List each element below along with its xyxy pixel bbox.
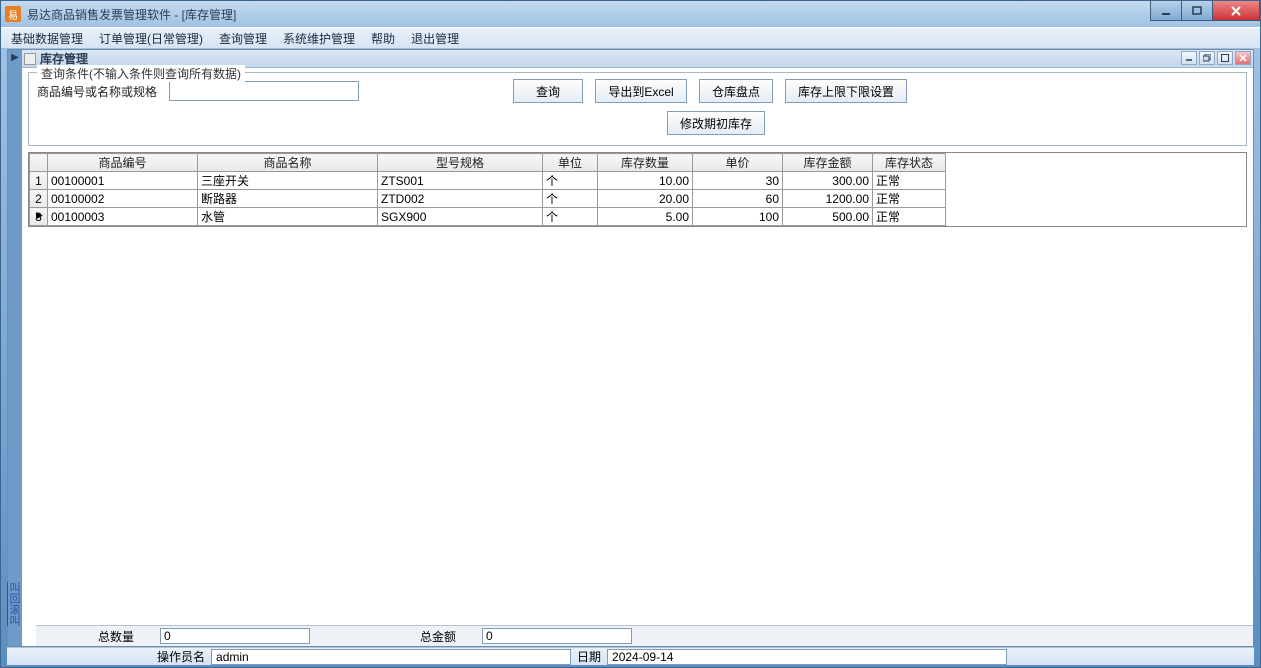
inventory-grid[interactable]: 商品编号商品名称型号规格单位库存数量单价库存金额库存状态 100100001三座… <box>28 152 1247 227</box>
row-number-cell[interactable]: 2 <box>30 190 48 208</box>
grid-cell[interactable]: 30 <box>693 172 783 190</box>
grid-cell[interactable]: 5.00 <box>598 208 693 226</box>
window-maximize-button[interactable] <box>1181 1 1213 21</box>
column-header[interactable]: 型号规格 <box>378 154 543 172</box>
menu-item-query[interactable]: 查询管理 <box>211 28 275 49</box>
menubar: 基础数据管理 订单管理(日常管理) 查询管理 系统维护管理 帮助 退出管理 <box>1 27 1260 49</box>
child-window-icon <box>24 53 36 65</box>
grid-cell[interactable]: 正常 <box>873 208 946 226</box>
grid-cell[interactable]: 正常 <box>873 190 946 208</box>
app-icon: 易 <box>5 6 21 22</box>
window-minimize-button[interactable] <box>1150 1 1182 21</box>
titlebar: 易 易达商品销售发票管理软件 - [库存管理] <box>1 1 1260 27</box>
column-header[interactable]: 库存状态 <box>873 154 946 172</box>
grid-cell[interactable]: ZTD002 <box>378 190 543 208</box>
child-close-button[interactable] <box>1235 51 1251 65</box>
grid-cell[interactable]: SGX900 <box>378 208 543 226</box>
grid-cell[interactable]: 10.00 <box>598 172 693 190</box>
menu-item-exit[interactable]: 退出管理 <box>403 28 467 49</box>
current-row-indicator-icon: ▶ <box>36 210 43 221</box>
grid-cell[interactable]: 100 <box>693 208 783 226</box>
mdi-toggle-button[interactable]: ▶ <box>8 52 22 66</box>
menu-item-system[interactable]: 系统维护管理 <box>275 28 363 49</box>
row-number-cell[interactable]: 1 <box>30 172 48 190</box>
filter-input[interactable] <box>169 81 359 101</box>
grid-cell[interactable]: 水管 <box>198 208 378 226</box>
stock-limits-button[interactable]: 库存上限下限设置 <box>785 79 907 103</box>
operator-label: 操作员名 <box>157 648 205 665</box>
date-value: 2024-09-14 <box>607 649 1007 665</box>
grid-cell[interactable]: 60 <box>693 190 783 208</box>
total-amount-label: 总金额 <box>398 628 478 645</box>
grid-cell[interactable]: 正常 <box>873 172 946 190</box>
edit-initial-stock-button[interactable]: 修改期初库存 <box>667 111 765 135</box>
child-restore-button[interactable] <box>1199 51 1215 65</box>
side-link[interactable]: 叫回滚叫 <box>8 582 22 626</box>
menu-item-basic-data[interactable]: 基础数据管理 <box>3 28 91 49</box>
column-header[interactable]: 单位 <box>543 154 598 172</box>
column-header[interactable]: 商品编号 <box>48 154 198 172</box>
column-header[interactable]: 商品名称 <box>198 154 378 172</box>
table-row[interactable]: 100100001三座开关ZTS001个10.0030300.00正常 <box>30 172 946 190</box>
statusbar: 操作员名 admin 日期 2024-09-14 <box>7 647 1254 665</box>
grid-cell[interactable]: 500.00 <box>783 208 873 226</box>
grid-cell[interactable]: 三座开关 <box>198 172 378 190</box>
table-row[interactable]: 3▶00100003水管SGX900个5.00100500.00正常 <box>30 208 946 226</box>
grid-corner <box>30 154 48 172</box>
summary-bar: 总数量 0 总金额 0 <box>36 625 1253 646</box>
window-title: 易达商品销售发票管理软件 - [库存管理] <box>27 6 236 23</box>
menu-item-help[interactable]: 帮助 <box>363 28 403 49</box>
grid-cell[interactable]: 个 <box>543 172 598 190</box>
inventory-check-button[interactable]: 仓库盘点 <box>699 79 773 103</box>
total-amount-value: 0 <box>482 628 632 644</box>
grid-cell[interactable]: 00100003 <box>48 208 198 226</box>
grid-cell[interactable]: 断路器 <box>198 190 378 208</box>
operator-value: admin <box>211 649 571 665</box>
grid-cell[interactable]: 1200.00 <box>783 190 873 208</box>
row-number-cell[interactable]: 3▶ <box>30 208 48 226</box>
filter-legend: 查询条件(不输入条件则查询所有数据) <box>37 65 245 82</box>
filter-field-label: 商品编号或名称或规格 <box>37 83 157 100</box>
grid-cell[interactable]: 个 <box>543 190 598 208</box>
total-qty-label: 总数量 <box>76 628 156 645</box>
table-row[interactable]: 200100002断路器ZTD002个20.00601200.00正常 <box>30 190 946 208</box>
query-button[interactable]: 查询 <box>513 79 583 103</box>
grid-cell[interactable]: 00100001 <box>48 172 198 190</box>
menu-item-orders[interactable]: 订单管理(日常管理) <box>91 28 211 49</box>
window-close-button[interactable] <box>1212 1 1260 21</box>
column-header[interactable]: 库存金额 <box>783 154 873 172</box>
child-minimize-button[interactable] <box>1181 51 1197 65</box>
column-header[interactable]: 单价 <box>693 154 783 172</box>
grid-cell[interactable]: 个 <box>543 208 598 226</box>
column-header[interactable]: 库存数量 <box>598 154 693 172</box>
grid-cell[interactable]: 300.00 <box>783 172 873 190</box>
grid-cell[interactable]: 00100002 <box>48 190 198 208</box>
filter-groupbox: 查询条件(不输入条件则查询所有数据) 商品编号或名称或规格 查询 导出到Exce… <box>28 72 1247 146</box>
grid-cell[interactable]: ZTS001 <box>378 172 543 190</box>
child-maximize-button[interactable] <box>1217 51 1233 65</box>
date-label: 日期 <box>577 648 601 665</box>
grid-cell[interactable]: 20.00 <box>598 190 693 208</box>
export-excel-button[interactable]: 导出到Excel <box>595 79 687 103</box>
total-qty-value: 0 <box>160 628 310 644</box>
